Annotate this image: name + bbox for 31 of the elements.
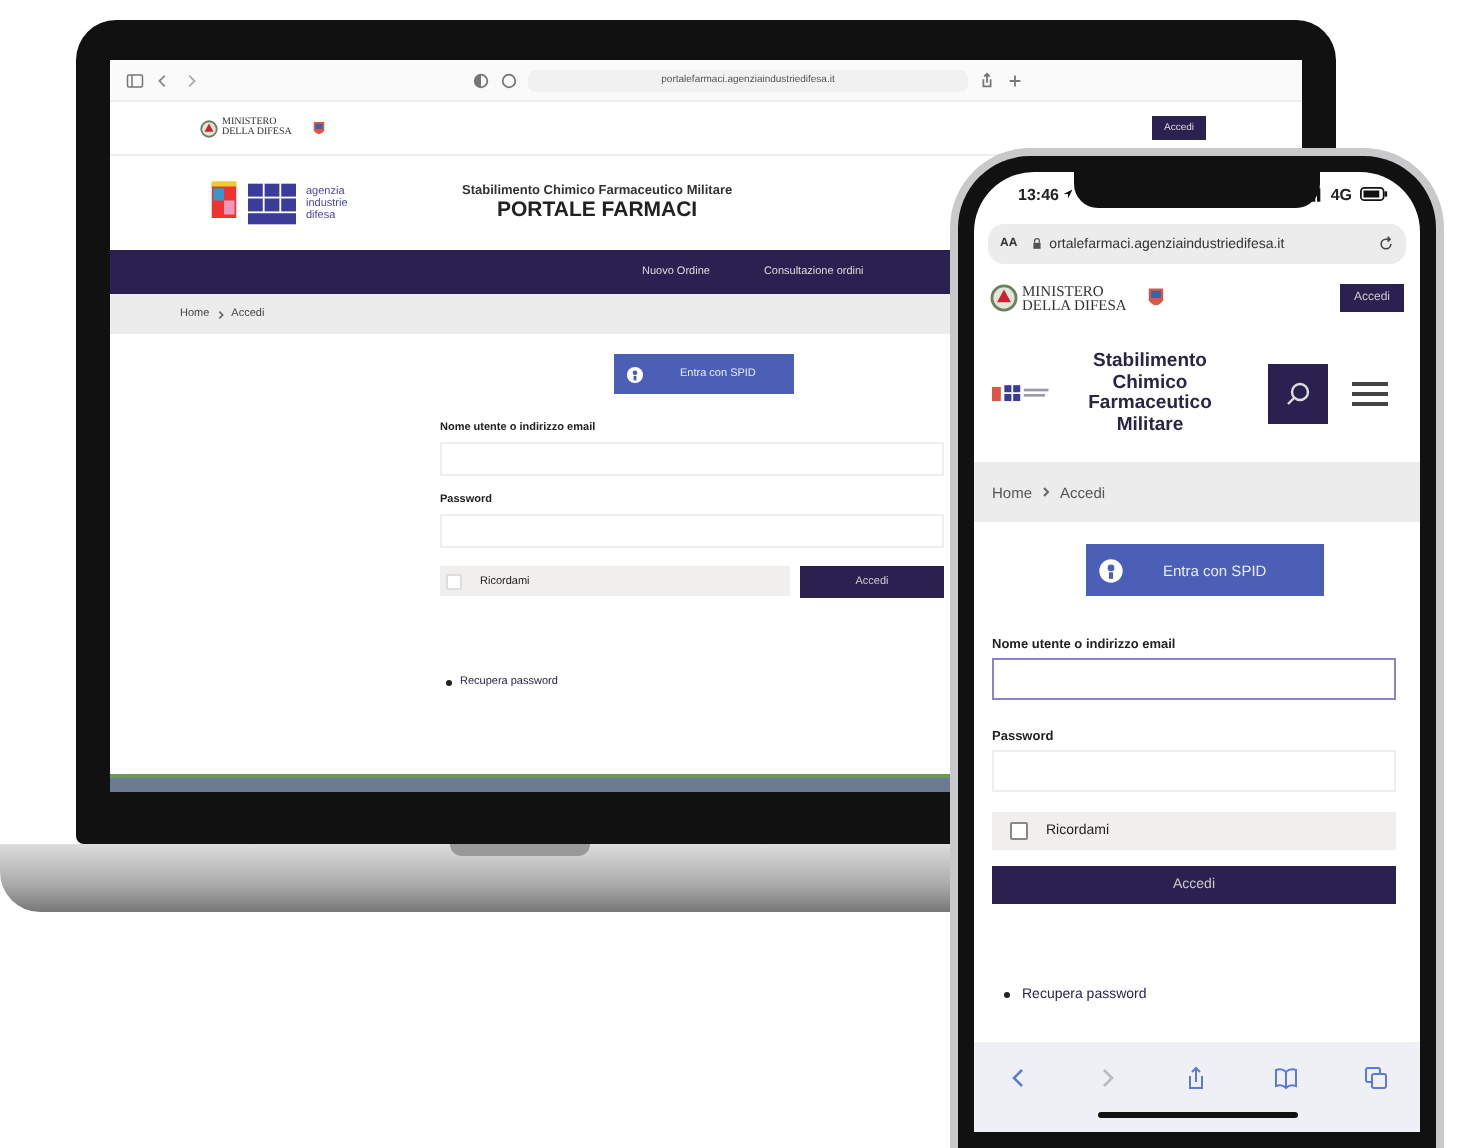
agency-logo-icon	[992, 382, 1052, 406]
battery-icon	[1360, 186, 1388, 202]
search-icon	[1284, 380, 1312, 408]
user-icon	[1097, 557, 1123, 583]
plus-icon[interactable]	[1006, 71, 1024, 89]
bookmarks-icon[interactable]	[1274, 1066, 1299, 1090]
site-title: Stabilimento Chimico Farmaceutico Militare	[1086, 352, 1214, 436]
site-title: PORTALE FARMACI	[496, 198, 698, 222]
share-icon[interactable]	[1184, 1066, 1209, 1090]
agency-logo-icon	[244, 179, 300, 227]
menu-icon[interactable]	[1352, 380, 1388, 408]
reload-icon[interactable]	[1378, 236, 1394, 252]
search-button[interactable]	[1268, 364, 1328, 424]
status-time: 13:46	[1018, 185, 1059, 203]
shield-icon[interactable]	[472, 71, 490, 89]
checkbox[interactable]	[1010, 822, 1028, 840]
tabs-icon[interactable]	[1363, 1066, 1388, 1090]
emblem-icon	[990, 284, 1018, 312]
chevron-icon	[1040, 486, 1053, 498]
input-field[interactable]	[992, 658, 1396, 700]
share-icon[interactable]	[978, 71, 996, 89]
chevron-icon	[215, 309, 226, 319]
crest-icon	[311, 119, 326, 137]
lock-icon	[1031, 238, 1042, 250]
extension-icon[interactable]	[500, 71, 518, 89]
crest-icon	[1146, 286, 1167, 310]
location-arrow-icon	[1062, 188, 1075, 200]
network-label: 4G	[1330, 185, 1352, 203]
emblem-icon	[200, 119, 218, 137]
sidebar-icon[interactable]	[126, 71, 144, 89]
user-icon	[626, 365, 644, 383]
